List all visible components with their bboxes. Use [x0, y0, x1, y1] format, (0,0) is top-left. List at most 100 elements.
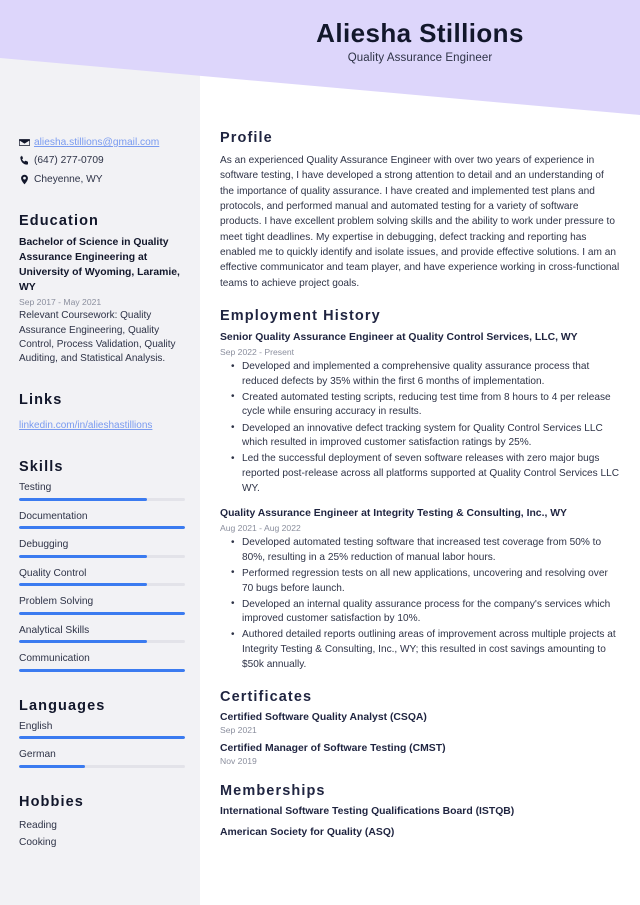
certificates-section: Certificates Certified Software Quality … [220, 689, 620, 766]
certificate-name: Certified Software Quality Analyst (CSQA… [220, 712, 427, 724]
main-content: Profile As an experienced Quality Assura… [220, 130, 620, 855]
meter-track [19, 526, 185, 530]
employment-heading: Employment History [220, 307, 381, 324]
memberships-section: Memberships International Software Testi… [220, 783, 620, 838]
job-bullet: Created automated testing scripts, reduc… [231, 390, 620, 420]
meter-label: German [19, 749, 56, 761]
hobby-item: Cooking [19, 837, 57, 849]
languages-list: English German [19, 721, 185, 768]
skills-list: Testing Documentation Debugging Quality Con… [19, 482, 185, 672]
meter-label: Problem Solving [19, 596, 94, 608]
meter-fill [19, 611, 185, 615]
certificate-date: Sep 2021 [220, 725, 257, 736]
meter-track [19, 668, 185, 672]
job-bullet-list: Developed automated testing software tha… [220, 536, 620, 672]
meter-label: Quality Control [19, 567, 87, 579]
page-title: Aliesha Stillions [316, 18, 524, 48]
map-pin-icon [19, 173, 34, 185]
contact-text: Cheyenne, WY [34, 173, 103, 185]
meter-item: German [19, 749, 185, 768]
job-bullet: Developed automated testing software tha… [231, 536, 620, 565]
meter-track [19, 554, 185, 558]
certificate-date: Nov 2019 [220, 756, 257, 767]
certificates-list: Certified Software Quality Analyst (CSQA… [220, 712, 620, 766]
header-subtitle: Quality Assurance Engineer [347, 51, 493, 64]
contact-row[interactable]: aliesha.stillions@gmail.com [19, 136, 185, 151]
job-bullet: Developed an innovative defect tracking … [231, 421, 620, 451]
meter-track [19, 764, 185, 768]
certificates-heading: Certificates [220, 689, 313, 706]
meter-item: Analytical Skills [19, 625, 185, 644]
job-entry: Quality Assurance Engineer at Integrity … [220, 507, 620, 672]
job-title: Quality Assurance Engineer at Integrity … [220, 508, 567, 520]
job-bullet: Developed an internal quality assurance … [231, 597, 620, 627]
job-bullet-list: Developed and implemented a comprehensiv… [220, 359, 620, 496]
memberships-list: International Software Testing Qualifica… [220, 806, 620, 838]
envelope-icon [19, 136, 34, 148]
meter-item: Debugging [19, 539, 185, 558]
profile-text: As an experienced Quality Assurance Engi… [220, 155, 620, 289]
contact-list: aliesha.stillions@gmail.com (647) 277-070… [19, 136, 185, 187]
job-title: Senior Quality Assurance Engineer at Qua… [220, 331, 578, 343]
education-date: Sep 2017 - May 2021 [19, 297, 102, 308]
job-bullet: Led the successful deployment of seven s… [231, 452, 620, 496]
meter-label: English [19, 720, 53, 732]
meter-track [19, 736, 185, 740]
memberships-heading: Memberships [220, 783, 326, 800]
job-date: Sep 2022 - Present [220, 347, 295, 357]
header-titles: Aliesha Stillions Quality Assurance Engi… [200, 0, 640, 64]
link-linkedin[interactable]: linkedin.com/in/alieshastillions [19, 420, 152, 431]
meter-fill [19, 764, 86, 768]
meter-label: Debugging [19, 539, 69, 551]
meter-label: Documentation [19, 510, 88, 522]
job-bullet: Developed and implemented a comprehensiv… [231, 359, 620, 389]
meter-fill [19, 554, 147, 558]
meter-track [19, 640, 185, 644]
education-degree: Bachelor of Science in Quality Assurance… [19, 237, 180, 293]
sidebar-content: aliesha.stillions@gmail.com (647) 277-070… [19, 136, 185, 852]
meter-item: English [19, 721, 185, 740]
meter-fill [19, 526, 185, 530]
hobbies-heading: Hobbies [19, 793, 84, 810]
meter-item: Testing [19, 482, 185, 501]
sidebar: aliesha.stillions@gmail.com (647) 277-070… [0, 0, 200, 905]
profile-section: Profile As an experienced Quality Assura… [220, 130, 620, 291]
job-entry: Senior Quality Assurance Engineer at Qua… [220, 331, 620, 496]
languages-heading: Languages [19, 697, 106, 714]
skills-heading: Skills [19, 459, 64, 476]
meter-label: Communication [19, 653, 90, 665]
hobbies-list: Reading Cooking [19, 817, 185, 852]
profile-heading: Profile [220, 130, 273, 146]
main-column: Profile As an experienced Quality Assura… [200, 0, 640, 905]
membership-item: American Society for Quality (ASQ) [220, 827, 395, 839]
education-heading: Education [19, 213, 99, 230]
meter-item: Problem Solving [19, 596, 185, 615]
meter-item: Communication [19, 653, 185, 672]
education-details: Relevant Coursework: Quality Assurance E… [19, 310, 176, 364]
job-bullet: Performed regression tests on all new ap… [231, 566, 620, 596]
meter-label: Testing [19, 482, 52, 494]
employment-section: Employment History Senior Quality Assura… [220, 308, 620, 672]
meter-track [19, 497, 185, 501]
certificate-entry: Certified Manager of Software Testing (C… [220, 743, 620, 766]
certificate-entry: Certified Software Quality Analyst (CSQA… [220, 712, 620, 735]
meter-item: Documentation [19, 511, 185, 530]
hobby-item: Reading [19, 819, 57, 831]
contact-text: (647) 277-0709 [34, 155, 104, 167]
meter-fill [19, 583, 147, 587]
job-bullet: Authored detailed reports outlining area… [231, 628, 620, 672]
meter-label: Analytical Skills [19, 624, 90, 636]
meter-fill [19, 497, 147, 501]
meter-fill [19, 640, 147, 644]
meter-track [19, 611, 185, 615]
meter-item: Quality Control [19, 568, 185, 587]
certificate-name: Certified Manager of Software Testing (C… [220, 743, 446, 755]
meter-fill [19, 668, 185, 672]
contact-row: (647) 277-0709 [19, 154, 185, 169]
job-date: Aug 2021 - Aug 2022 [220, 523, 301, 534]
meter-fill [19, 736, 185, 740]
membership-item: International Software Testing Qualifica… [220, 806, 515, 818]
contact-email-link[interactable]: aliesha.stillions@gmail.com [34, 136, 159, 151]
employment-list: Senior Quality Assurance Engineer at Qua… [220, 331, 620, 672]
contact-row: Cheyenne, WY [19, 173, 185, 188]
